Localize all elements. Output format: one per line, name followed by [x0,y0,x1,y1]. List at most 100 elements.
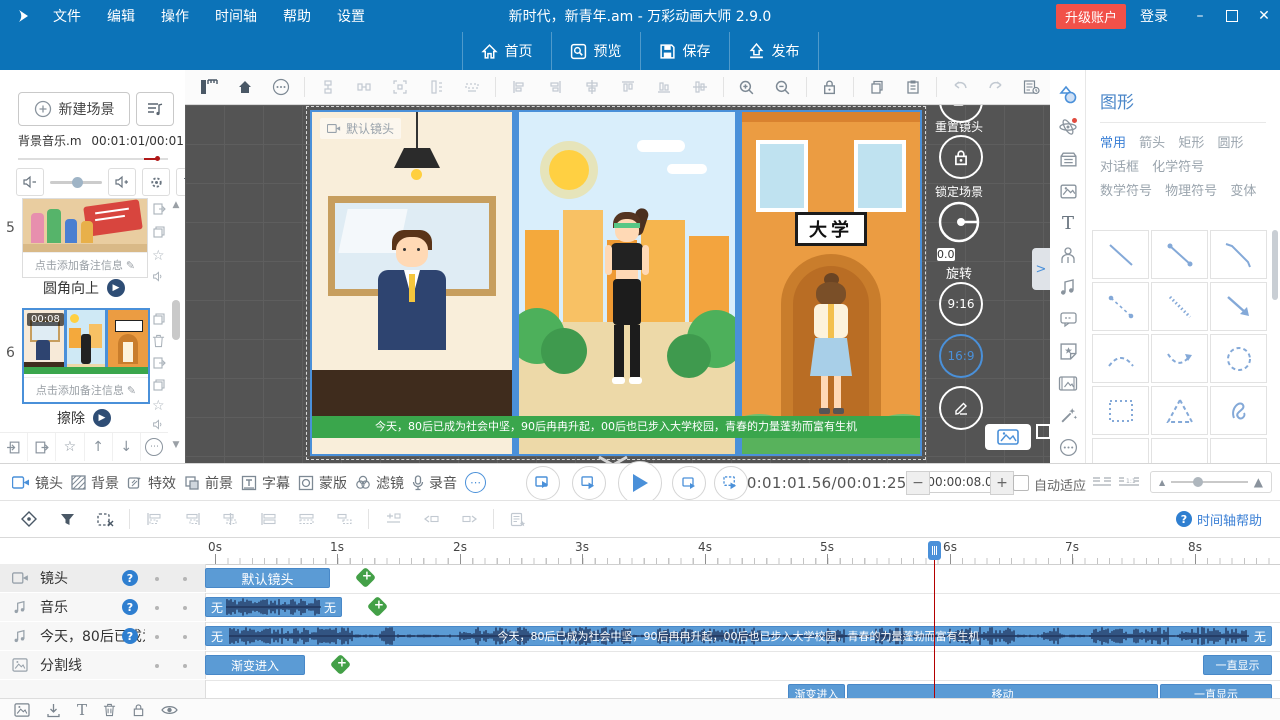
login-button[interactable]: 登录 [1140,6,1168,26]
rotate-dial[interactable] [937,200,981,244]
distribute-time-icon[interactable] [329,507,359,531]
stage-collapse-chevron[interactable] [593,455,633,463]
tab-circles[interactable]: 圆形 [1217,136,1243,151]
play-scene-button[interactable] [572,466,606,500]
scene-star-icon[interactable]: ☆ [152,248,165,264]
duration-plus-button[interactable]: + [990,471,1014,495]
transition-play-icon[interactable]: ▶ [107,279,125,297]
tab-variants[interactable]: 变体 [1230,184,1256,199]
panel-collapse-tab[interactable]: > [1032,248,1050,290]
home-button[interactable]: 首页 [462,32,551,70]
shape-item-line-hooks[interactable] [1210,230,1267,279]
shape-item-line[interactable] [1092,230,1149,279]
filter-tool-button[interactable]: 滤镜 [355,473,404,493]
shape-item-arrow[interactable] [1210,282,1267,331]
minimap-expand-icon[interactable] [1036,424,1050,439]
minimap[interactable] [985,424,1031,450]
bgm-settings-button[interactable] [142,168,170,196]
align-bottom-icon[interactable] [650,75,678,99]
distribute-horizontal-icon[interactable] [350,75,378,99]
menu-timeline[interactable]: 时间轴 [202,6,270,26]
scene-5-card[interactable]: 点击添加备注信息✎ [22,198,148,278]
scene-move-down-button[interactable]: ↓ [113,433,141,461]
element-image-icon[interactable] [14,703,30,717]
rotate-angle-value[interactable]: 0.0 [937,246,955,262]
transition-play-icon[interactable]: ▶ [93,409,111,427]
volume-up-button[interactable] [108,168,136,196]
scene-5-note[interactable]: 点击添加备注信息✎ [23,252,147,277]
align-playhead-icon[interactable] [215,507,245,531]
tab-common[interactable]: 常用 [1100,136,1126,151]
expand-canvas-icon[interactable] [386,75,414,99]
tab-rectangles[interactable]: 矩形 [1178,136,1204,151]
default-camera-chip[interactable]: 默认镜头 [320,118,401,139]
bgm-progress[interactable] [18,158,168,160]
tab-math[interactable]: 数学符号 [1100,184,1152,199]
tab-chemistry[interactable]: 化学符号 [1152,160,1204,175]
menu-file[interactable]: 文件 [40,6,94,26]
close-button[interactable]: ✕ [1248,0,1280,32]
timeline-help-link[interactable]: ? 时间轴帮助 [1176,510,1262,529]
save-button[interactable]: 保存 [640,32,729,70]
scene-favorite-button[interactable]: ☆ [56,433,84,461]
subtitle-bar[interactable]: 今天，80后已成为社会中坚，90后冉冉升起，00后也已步入大学校园，青春的力量蓬… [312,416,920,438]
shift-left-icon[interactable] [416,507,446,531]
align-right-icon[interactable] [541,75,569,99]
scrollbar-thumb[interactable] [172,300,180,340]
shape-item-dashed-circle[interactable] [1210,334,1267,383]
tab-arrows[interactable]: 箭头 [1139,136,1165,151]
timeline-zoom-slider[interactable]: ▲ ▲ [1150,471,1272,493]
scene-5-transition[interactable]: 圆角向上 ▶ [22,278,146,298]
play-from-current-button[interactable] [672,466,706,500]
play-scene-from-start-button[interactable] [526,466,560,500]
scene-delete-icon[interactable] [152,334,165,348]
foreground-tool-button[interactable]: 前景 [184,473,233,493]
tab-physics[interactable]: 物理符号 [1165,184,1217,199]
tab-speech-bubbles[interactable]: 对话框 [1100,160,1139,175]
music-block[interactable]: 无 无 [205,597,342,617]
bgm-row[interactable]: 背景音乐.m 00:01:01/00:01:04 [18,132,178,149]
scene-star-icon[interactable]: ☆ [152,398,165,414]
sticker-tab-icon[interactable] [1057,340,1079,362]
ratio-16-9-button[interactable]: 16:9 [939,334,983,378]
zoom-in-icon[interactable] [733,75,761,99]
menu-settings[interactable]: 设置 [324,6,378,26]
preview-button[interactable]: 预览 [551,32,640,70]
scene-move-up-button[interactable]: ↑ [85,433,113,461]
effects-tool-button[interactable]: 特效 [127,473,176,493]
add-camera-button[interactable] [355,567,376,588]
same-start-icon[interactable] [253,507,283,531]
edit-scene-button[interactable] [939,386,983,430]
fit-timeline-icon[interactable] [1092,476,1112,488]
zoom-knob[interactable] [1193,477,1203,487]
shapes-tab-icon[interactable] [1057,84,1079,106]
maximize-button[interactable] [1216,0,1248,32]
scene-export-button[interactable] [28,433,56,461]
volume-slider[interactable] [50,181,102,184]
duration-value[interactable]: 00:00:08.0 [930,471,990,493]
subtitle-tool-button[interactable]: 字幕 [241,473,290,493]
element-lock-icon[interactable] [132,703,145,717]
more-tools-button[interactable]: ⋯ [465,472,486,493]
filter-tracks-icon[interactable] [52,507,82,531]
duration-minus-button[interactable]: − [906,471,930,495]
scene-sound-icon[interactable] [152,270,165,283]
align-middle-icon[interactable] [686,75,714,99]
scene-6-transition[interactable]: 擦除 ▶ [22,408,146,428]
ruler-icon[interactable] [195,75,223,99]
mask-tool-button[interactable]: 蒙版 [298,473,347,493]
shape-item-dotted-rect[interactable] [1092,386,1149,435]
voiceover-block[interactable]: 无 无 今天，80后已成为社会中坚，90后冉冉升起，00后也已步入大学校园，青春… [205,626,1272,646]
shift-right-icon[interactable] [454,507,484,531]
shapes-scrollbar[interactable] [1272,230,1278,300]
video-frame-tab-icon[interactable] [1057,372,1079,394]
stage-panel-office[interactable] [312,112,512,454]
scene-export-icon[interactable] [152,202,166,216]
shape-item-squiggle[interactable] [1210,386,1267,435]
animation-tab-icon[interactable] [1057,116,1079,138]
stage-panel-outdoor[interactable] [519,112,735,454]
playhead-handle[interactable] [928,541,941,560]
speech-bubble-tab-icon[interactable] [1057,308,1079,330]
stage-panel-university[interactable]: 大学 [742,112,920,454]
scene-copy-icon[interactable] [152,225,166,239]
